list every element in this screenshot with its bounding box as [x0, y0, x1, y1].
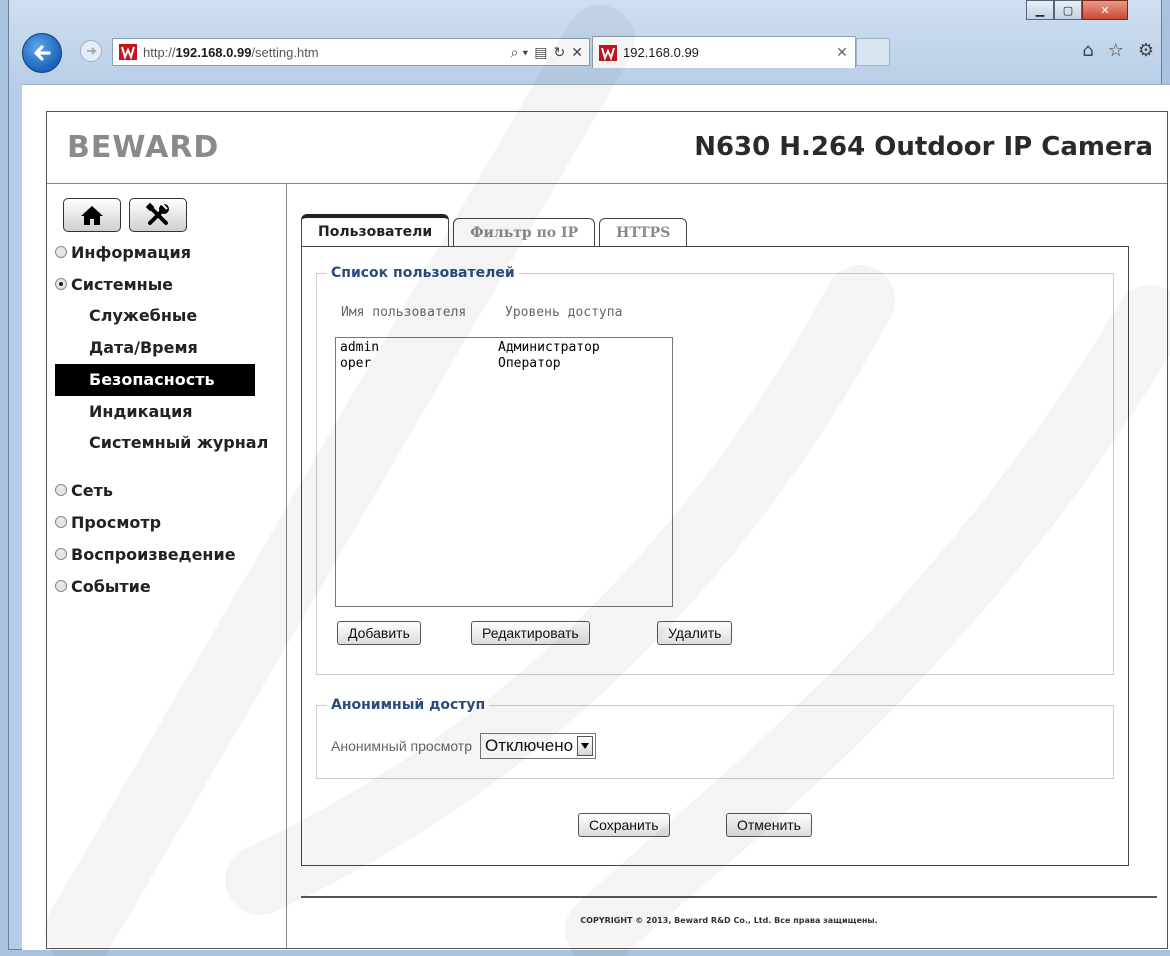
radio-icon	[55, 580, 67, 592]
sidebar-item-network[interactable]: Сеть	[55, 474, 287, 506]
anonymous-group-legend: Анонимный доступ	[331, 697, 486, 713]
new-tab-button[interactable]	[856, 38, 890, 66]
refresh-icon[interactable]: ↻	[554, 44, 566, 61]
user-level: Оператор	[498, 356, 561, 371]
settings-tabs: Пользователи Фильтр по IP HTTPS	[301, 204, 1129, 246]
sidebar-icon-buttons	[63, 198, 187, 232]
tab-ip-filter[interactable]: Фильтр по IP	[453, 218, 596, 246]
page-header: BEWARD N630 H.264 Outdoor IP Camera	[47, 112, 1167, 184]
user-list[interactable]: admin Администратор oper Оператор	[335, 337, 673, 607]
address-bar[interactable]: http://192.168.0.99/setting.htm ⌕ ▾ ▤ ↻ …	[112, 38, 590, 66]
browser-viewport: BEWARD N630 H.264 Outdoor IP Camera Инфо…	[22, 84, 1170, 950]
sidebar-item-label: Системные	[71, 274, 174, 294]
list-item[interactable]: admin Администратор	[340, 340, 668, 356]
browser-window: ▁ ▢ ✕ http://192.168.0.99/setting.htm ⌕ …	[0, 0, 1170, 956]
delete-user-button[interactable]: Удалить	[657, 621, 733, 645]
address-tools: ⌕ ▾ ▤ ↻ ✕	[511, 44, 589, 61]
main-content: Пользователи Фильтр по IP HTTPS Список п…	[301, 204, 1129, 866]
forward-arrow-icon	[87, 47, 97, 55]
forward-button[interactable]	[80, 40, 102, 62]
edit-user-button[interactable]: Редактировать	[471, 621, 590, 645]
browser-right-icons: ⌂ ☆ ⚙	[1082, 40, 1154, 61]
users-group-legend: Список пользователей	[331, 265, 515, 281]
sidebar-item-event[interactable]: Событие	[55, 570, 287, 602]
cancel-button[interactable]: Отменить	[726, 813, 812, 837]
url-text[interactable]: http://192.168.0.99/setting.htm	[143, 45, 511, 60]
anonymous-group: Анонимный доступ Анонимный просмотр Откл…	[316, 697, 1114, 779]
home-icon	[81, 206, 103, 225]
sidebar-subitem-syslog[interactable]: Системный журнал	[55, 428, 287, 474]
sidebar-item-label: Просмотр	[71, 512, 162, 532]
sidebar-item-system[interactable]: Системные	[55, 268, 287, 300]
sidebar-menu: Информация Системные Служебные Дата/Врем…	[55, 236, 287, 602]
radio-icon	[55, 484, 67, 496]
col-username-header: Имя пользователя	[341, 305, 467, 320]
tab-title: 192.168.0.99	[623, 45, 699, 60]
favorites-icon[interactable]: ☆	[1108, 40, 1124, 61]
minimize-button[interactable]: ▁	[1026, 0, 1054, 20]
users-group: Список пользователей Имя пользователя Ур…	[316, 265, 1114, 675]
tools-icon	[145, 202, 169, 225]
anonymous-view-label: Анонимный просмотр	[331, 738, 472, 754]
url-host: 192.168.0.99	[175, 44, 252, 60]
sidebar-subitem-datetime[interactable]: Дата/Время	[55, 332, 287, 364]
sidebar-item-label: Информация	[71, 242, 191, 262]
save-button[interactable]: Сохранить	[578, 813, 670, 837]
footer-divider	[301, 896, 1157, 898]
camera-settings-page: BEWARD N630 H.264 Outdoor IP Camera Инфо…	[46, 111, 1168, 949]
sidebar-item-view[interactable]: Просмотр	[55, 506, 287, 538]
search-icon[interactable]: ⌕ ▾	[511, 44, 529, 61]
col-access-level-header: Уровень доступа	[505, 305, 623, 320]
sidebar-item-label: Воспроизведение	[71, 544, 236, 564]
anonymous-view-select[interactable]: Отключено	[480, 733, 597, 759]
tab-close-icon[interactable]: ✕	[829, 44, 855, 61]
url-path: /setting.htm	[251, 44, 319, 60]
list-item[interactable]: oper Оператор	[340, 356, 668, 372]
user-level: Администратор	[498, 340, 600, 355]
maximize-button[interactable]: ▢	[1054, 0, 1082, 20]
tab-panel: Список пользователей Имя пользователя Ур…	[301, 246, 1129, 866]
page-title: N630 H.264 Outdoor IP Camera	[694, 132, 1153, 162]
back-button[interactable]	[22, 33, 62, 73]
sidebar-subitem-indication[interactable]: Индикация	[55, 396, 287, 428]
radio-icon	[55, 548, 67, 560]
tab-https[interactable]: HTTPS	[599, 218, 688, 246]
url-scheme: http://	[143, 44, 176, 60]
copyright-text: COPYRIGHT © 2013, Beward R&D Co., Ltd. В…	[580, 916, 878, 925]
sidebar-item-playback[interactable]: Воспроизведение	[55, 538, 287, 570]
tab-favicon-icon	[599, 44, 617, 61]
compatibility-view-icon[interactable]: ▤	[534, 44, 547, 61]
radio-icon	[55, 516, 67, 528]
site-favicon-icon	[119, 44, 137, 60]
anonymous-view-row: Анонимный просмотр Отключено	[331, 733, 597, 759]
back-arrow-icon	[34, 45, 51, 61]
browser-tab[interactable]: 192.168.0.99 ✕	[592, 36, 856, 68]
sidebar-subitem-security[interactable]: Безопасность	[55, 364, 255, 396]
home-button[interactable]	[63, 198, 121, 232]
sidebar-item-info[interactable]: Информация	[55, 236, 287, 268]
tab-users[interactable]: Пользователи	[301, 214, 450, 246]
window-controls: ▁ ▢ ✕	[1026, 0, 1128, 22]
sidebar-item-label: Сеть	[71, 480, 113, 500]
user-name: oper	[340, 356, 372, 371]
add-user-button[interactable]: Добавить	[337, 621, 421, 645]
beward-logo: BEWARD	[67, 130, 220, 165]
home-icon[interactable]: ⌂	[1082, 40, 1093, 61]
anonymous-view-value: Отключено	[485, 736, 574, 755]
chevron-down-icon[interactable]	[577, 736, 594, 756]
settings-gear-icon[interactable]: ⚙	[1138, 40, 1154, 61]
close-button[interactable]: ✕	[1082, 0, 1128, 20]
sidebar-item-label: Событие	[71, 576, 151, 596]
stop-icon[interactable]: ✕	[571, 44, 583, 61]
settings-button[interactable]	[129, 198, 187, 232]
sidebar-subitem-service[interactable]: Служебные	[55, 300, 287, 332]
users-column-headers: Имя пользователя Уровень доступа	[341, 305, 622, 320]
radio-selected-icon	[55, 278, 67, 290]
sidebar: Информация Системные Служебные Дата/Врем…	[47, 184, 287, 948]
user-name: admin	[340, 340, 380, 355]
radio-icon	[55, 246, 67, 258]
